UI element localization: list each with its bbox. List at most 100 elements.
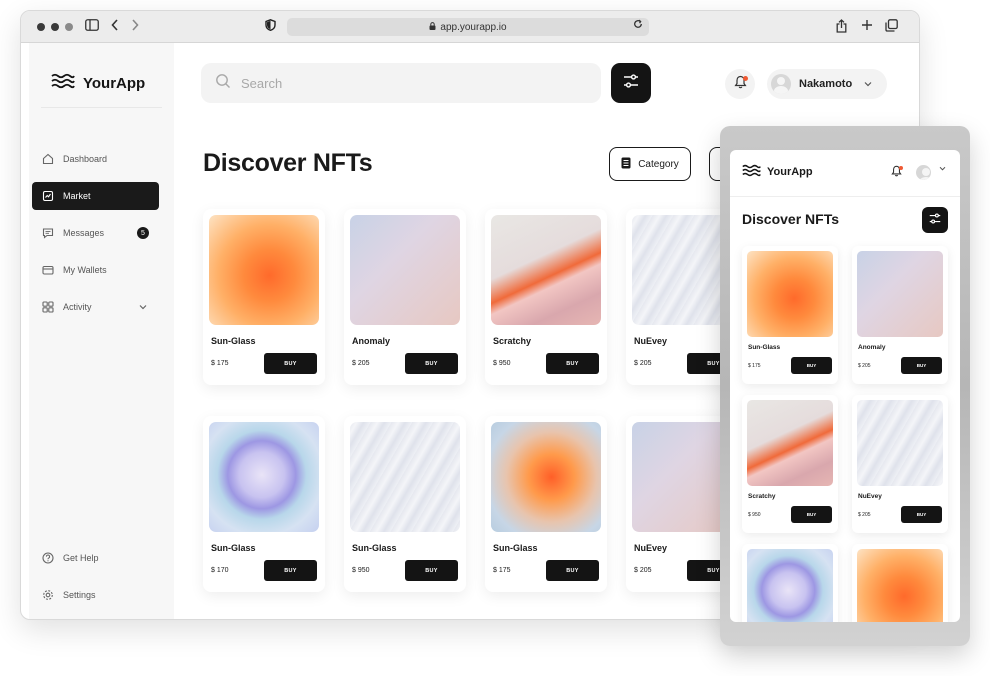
back-icon[interactable] [111, 19, 119, 35]
mobile-nft-card[interactable]: Scratchy $ 950 BUY [742, 395, 838, 533]
nft-card[interactable]: Sun-Glass $ 175 BUY [485, 416, 607, 592]
buy-button[interactable]: BUY [264, 353, 317, 374]
notification-dot [899, 166, 903, 170]
sidebar-item-market[interactable]: Market [32, 182, 159, 210]
sliders-icon [929, 211, 941, 229]
sidebar-item-help[interactable]: Get Help [32, 544, 159, 572]
buy-button[interactable]: BUY [546, 560, 599, 581]
share-icon[interactable] [836, 19, 847, 37]
buy-button[interactable]: BUY [405, 560, 458, 581]
sidebar-toggle-icon[interactable] [85, 19, 99, 35]
search-icon [215, 73, 231, 94]
nft-name: Scratchy [493, 336, 532, 346]
sidebar-item-activity[interactable]: Activity [32, 293, 159, 321]
buy-button[interactable]: BUY [546, 353, 599, 374]
mobile-nft-card[interactable]: NuEvey $ 205 BUY [852, 395, 948, 533]
search-input[interactable] [241, 75, 541, 91]
wallet-icon [42, 264, 54, 276]
mobile-screen: YourApp Discover NFTs Sun-Glass $ 175 BUY A… [730, 150, 960, 622]
filter-button[interactable] [611, 63, 651, 103]
brand-name: YourApp [83, 74, 146, 92]
buy-button[interactable]: BUY [901, 357, 942, 374]
nft-card[interactable]: Sun-Glass $ 170 BUY [203, 416, 325, 592]
buy-button[interactable]: BUY [264, 560, 317, 581]
mobile-nft-card[interactable]: Anomaly $ 205 BUY [852, 246, 948, 384]
mobile-header-divider [730, 196, 960, 197]
nft-price: $ 205 [634, 360, 652, 367]
nft-price: $ 175 [211, 360, 229, 367]
sidebar-item-messages[interactable]: Messages 5 [32, 219, 159, 247]
category-label: Category [638, 158, 679, 170]
brand-logo[interactable]: YourApp [51, 73, 145, 93]
sidebar-item-label: Dashboard [63, 154, 108, 164]
nft-name: Sun-Glass [352, 543, 397, 553]
mobile-nft-card[interactable] [852, 544, 948, 622]
maximize-window-button[interactable] [65, 23, 73, 31]
nft-artwork[interactable] [209, 215, 319, 325]
new-tab-icon[interactable] [861, 19, 873, 35]
category-button[interactable]: Category [609, 147, 691, 181]
user-menu[interactable]: Nakamoto [767, 69, 887, 99]
close-window-button[interactable] [37, 23, 45, 31]
nft-price: $ 950 [493, 360, 511, 367]
nft-artwork[interactable] [857, 400, 943, 486]
nft-artwork[interactable] [857, 251, 943, 337]
nft-price: $ 950 [748, 512, 761, 518]
nft-artwork[interactable] [350, 215, 460, 325]
nft-name: Sun-Glass [211, 336, 256, 346]
nft-artwork[interactable] [747, 251, 833, 337]
tabs-overview-icon[interactable] [885, 19, 898, 36]
nft-price: $ 175 [493, 567, 511, 574]
nft-card[interactable]: Sun-Glass $ 950 BUY [344, 416, 466, 592]
notifications-button[interactable] [725, 69, 755, 99]
nft-artwork[interactable] [747, 400, 833, 486]
nft-artwork[interactable] [350, 422, 460, 532]
browser-toolbar: app.yourapp.io [21, 11, 919, 43]
nft-artwork[interactable] [857, 549, 943, 622]
nft-price: $ 205 [634, 567, 652, 574]
address-bar[interactable]: app.yourapp.io [287, 18, 649, 36]
waves-logo-icon [742, 164, 761, 180]
url-text: app.yourapp.io [440, 21, 507, 33]
chevron-down-icon[interactable] [139, 302, 147, 312]
buy-button[interactable]: BUY [901, 506, 942, 523]
mobile-nft-card[interactable] [742, 544, 838, 622]
avatar [771, 74, 791, 94]
sidebar-item-settings[interactable]: Settings [32, 581, 159, 609]
nft-artwork[interactable] [491, 422, 601, 532]
buy-button[interactable]: BUY [405, 353, 458, 374]
mobile-brand-logo[interactable]: YourApp [742, 164, 813, 180]
sidebar-item-label: Activity [63, 302, 92, 312]
reload-icon[interactable] [633, 19, 643, 32]
sliders-icon [623, 73, 639, 93]
sidebar-item-dashboard[interactable]: Dashboard [32, 145, 159, 173]
messages-count-badge: 5 [137, 227, 149, 239]
mobile-avatar[interactable] [916, 165, 931, 180]
mobile-notifications-button[interactable] [886, 163, 906, 183]
sidebar-item-label: My Wallets [63, 265, 107, 275]
nft-artwork[interactable] [209, 422, 319, 532]
buy-button[interactable]: BUY [791, 506, 832, 523]
shield-icon[interactable] [265, 19, 276, 35]
nft-name: Sun-Glass [211, 543, 256, 553]
buy-button[interactable]: BUY [791, 357, 832, 374]
nft-card[interactable]: Anomaly $ 205 BUY [344, 209, 466, 385]
forward-icon[interactable] [131, 19, 139, 35]
nft-artwork[interactable] [747, 549, 833, 622]
search-bar[interactable] [201, 63, 601, 103]
nft-name: Anomaly [352, 336, 391, 346]
minimize-window-button[interactable] [51, 23, 59, 31]
chevron-down-icon[interactable] [939, 166, 946, 173]
mobile-nft-card[interactable]: Sun-Glass $ 175 BUY [742, 246, 838, 384]
sidebar-item-wallets[interactable]: My Wallets [32, 256, 159, 284]
nft-name: NuEvey [634, 543, 668, 553]
mobile-filter-button[interactable] [922, 207, 948, 233]
window-controls [37, 23, 73, 31]
mobile-preview-frame: YourApp Discover NFTs Sun-Glass $ 175 BUY A… [720, 126, 970, 646]
gear-icon [42, 589, 54, 601]
activity-grid-icon [42, 301, 54, 313]
list-icon [621, 157, 631, 172]
nft-artwork[interactable] [491, 215, 601, 325]
nft-card[interactable]: Scratchy $ 950 BUY [485, 209, 607, 385]
nft-card[interactable]: Sun-Glass $ 175 BUY [203, 209, 325, 385]
